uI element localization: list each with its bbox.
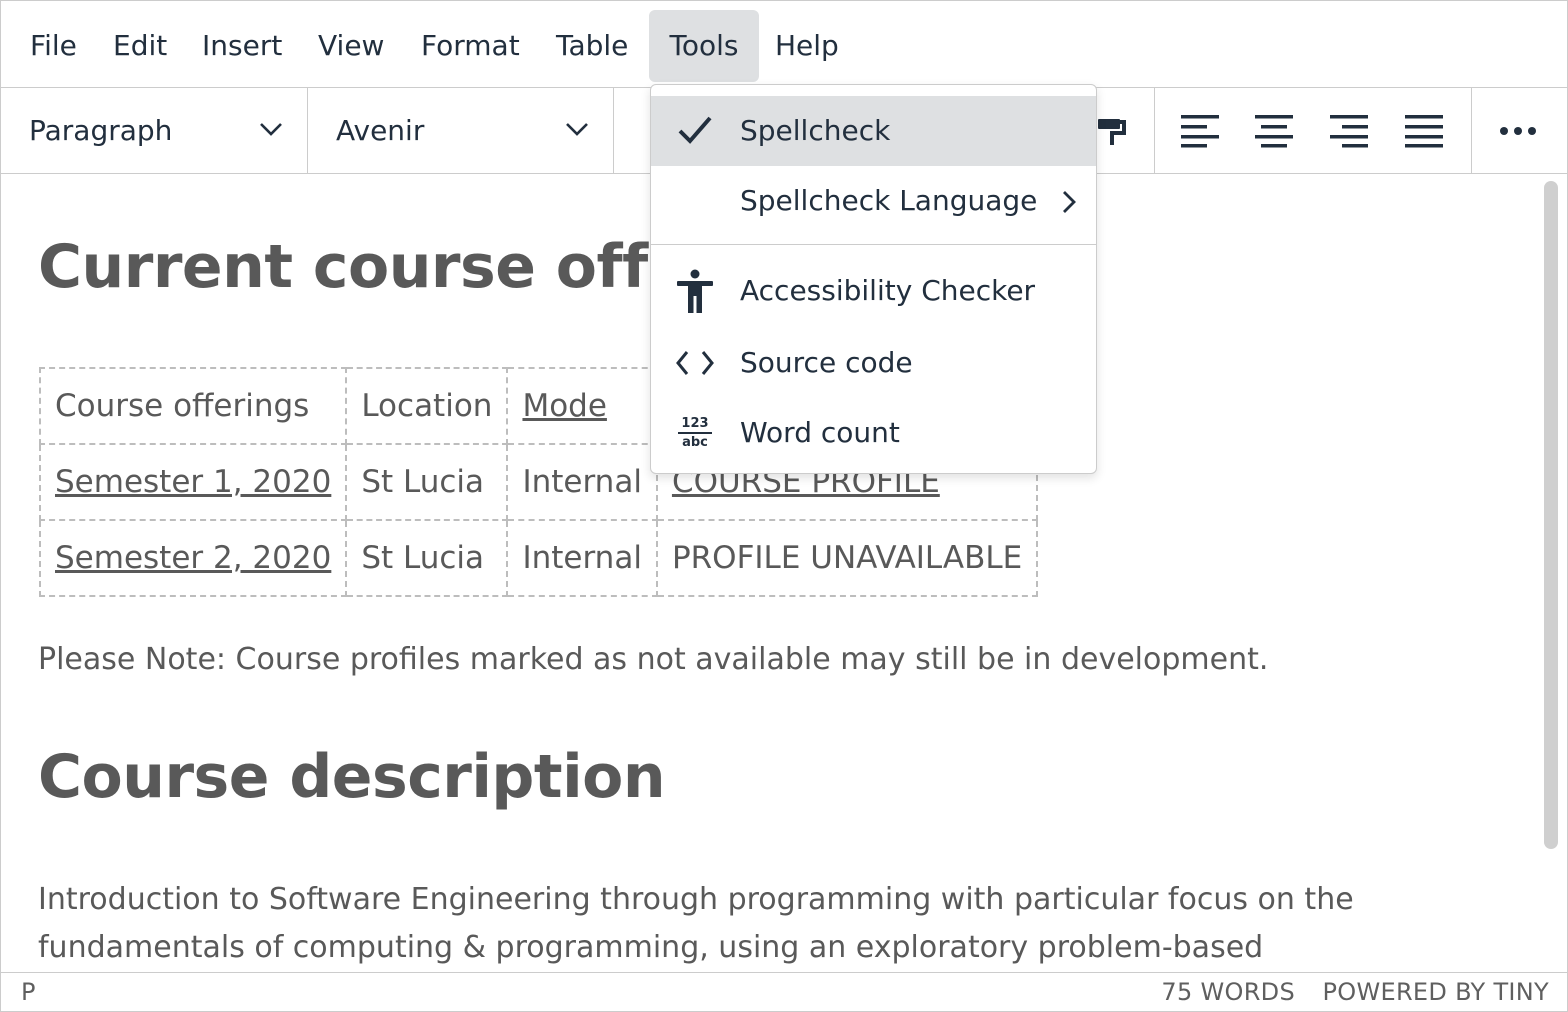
menu-help[interactable]: Help bbox=[759, 10, 855, 82]
table-cell: Internal bbox=[506, 519, 658, 597]
block-format-label: Paragraph bbox=[29, 114, 173, 147]
note-paragraph: Please Note: Course profiles marked as n… bbox=[38, 642, 1269, 677]
menu-insert[interactable]: Insert bbox=[186, 10, 298, 82]
table-header-cell: Course offerings bbox=[38, 367, 348, 445]
menu-separator bbox=[651, 244, 1096, 245]
word-count-indicator[interactable]: 75 WORDS bbox=[1161, 978, 1295, 1006]
block-format-select[interactable]: Paragraph bbox=[1, 88, 308, 173]
more-icon bbox=[1500, 127, 1536, 135]
table-cell: Internal bbox=[506, 443, 658, 521]
menu-table[interactable]: Table bbox=[540, 10, 644, 82]
accessibility-icon bbox=[675, 269, 715, 313]
table-cell-link[interactable]: Semester 2, 2020 bbox=[38, 519, 348, 597]
tools-menu-dropdown: Spellcheck Spellcheck Language Accessibi… bbox=[650, 84, 1097, 474]
menu-item-source-code[interactable]: Source code bbox=[651, 328, 1096, 398]
align-left-button[interactable] bbox=[1175, 106, 1225, 156]
checkmark-icon bbox=[675, 111, 715, 151]
element-path[interactable]: P bbox=[21, 978, 35, 1006]
justify-button[interactable] bbox=[1399, 106, 1449, 156]
table-cell: PROFILE UNAVAILABLE bbox=[655, 519, 1039, 597]
toolbar-separator bbox=[1471, 88, 1472, 173]
menu-item-word-count[interactable]: 123 abc Word count bbox=[651, 398, 1096, 468]
menubar: File Edit Insert View Format Table Tools… bbox=[1, 1, 1567, 88]
align-justify-icon bbox=[1405, 115, 1443, 148]
source-code-icon bbox=[675, 343, 715, 383]
more-button[interactable] bbox=[1493, 106, 1543, 156]
table-cell-link[interactable]: Semester 1, 2020 bbox=[38, 443, 348, 521]
word-count-icon-numbers: 123 bbox=[681, 416, 709, 431]
toolbar-separator bbox=[1154, 88, 1155, 173]
menu-item-spellcheck[interactable]: Spellcheck bbox=[651, 96, 1096, 166]
scrollbar-thumb[interactable] bbox=[1544, 181, 1558, 849]
menu-item-label: Spellcheck Language bbox=[740, 184, 1038, 217]
align-center-icon bbox=[1255, 115, 1293, 148]
chevron-down-icon bbox=[260, 123, 282, 136]
table-header-cell-link[interactable]: Mode bbox=[506, 367, 658, 445]
menu-item-label: Word count bbox=[740, 416, 900, 449]
menu-view[interactable]: View bbox=[302, 10, 400, 82]
align-right-button[interactable] bbox=[1324, 106, 1374, 156]
menu-item-spellcheck-language[interactable]: Spellcheck Language bbox=[651, 166, 1096, 236]
menu-item-label: Spellcheck bbox=[740, 114, 891, 147]
statusbar: P 75 WORDS POWERED BY TINY bbox=[1, 972, 1567, 1011]
menu-item-accessibility-checker[interactable]: Accessibility Checker bbox=[651, 256, 1096, 326]
menu-item-label: Accessibility Checker bbox=[740, 274, 1036, 307]
table-cell: St Lucia bbox=[345, 519, 509, 597]
chevron-right-icon bbox=[1063, 191, 1076, 213]
menu-item-label: Source code bbox=[740, 346, 913, 379]
format-painter-icon bbox=[1098, 119, 1126, 145]
word-count-icon-divider bbox=[678, 432, 712, 434]
branding-link[interactable]: POWERED BY TINY bbox=[1323, 978, 1550, 1006]
chevron-down-icon bbox=[566, 123, 588, 136]
word-count-icon: 123 abc bbox=[675, 413, 715, 453]
table-header-cell: Location bbox=[345, 367, 509, 445]
word-count-icon-letters: abc bbox=[682, 435, 708, 450]
menu-edit[interactable]: Edit bbox=[97, 10, 183, 82]
align-right-icon bbox=[1330, 115, 1368, 148]
rich-text-editor: File Edit Insert View Format Table Tools… bbox=[0, 0, 1568, 1012]
font-family-label: Avenir bbox=[336, 114, 425, 147]
align-center-button[interactable] bbox=[1249, 106, 1299, 156]
menu-file[interactable]: File bbox=[14, 10, 93, 82]
description-line: fundamentals of computing & programming,… bbox=[38, 930, 1264, 965]
menu-format[interactable]: Format bbox=[405, 10, 536, 82]
align-left-icon bbox=[1181, 115, 1219, 148]
heading-course-description: Course description bbox=[38, 742, 666, 812]
menu-tools[interactable]: Tools bbox=[649, 10, 759, 82]
table-cell: St Lucia bbox=[345, 443, 509, 521]
font-family-select[interactable]: Avenir bbox=[308, 88, 614, 173]
description-line: Introduction to Software Engineering thr… bbox=[38, 882, 1354, 917]
table-row: Semester 2, 2020 St Lucia Internal PROFI… bbox=[38, 519, 1039, 597]
